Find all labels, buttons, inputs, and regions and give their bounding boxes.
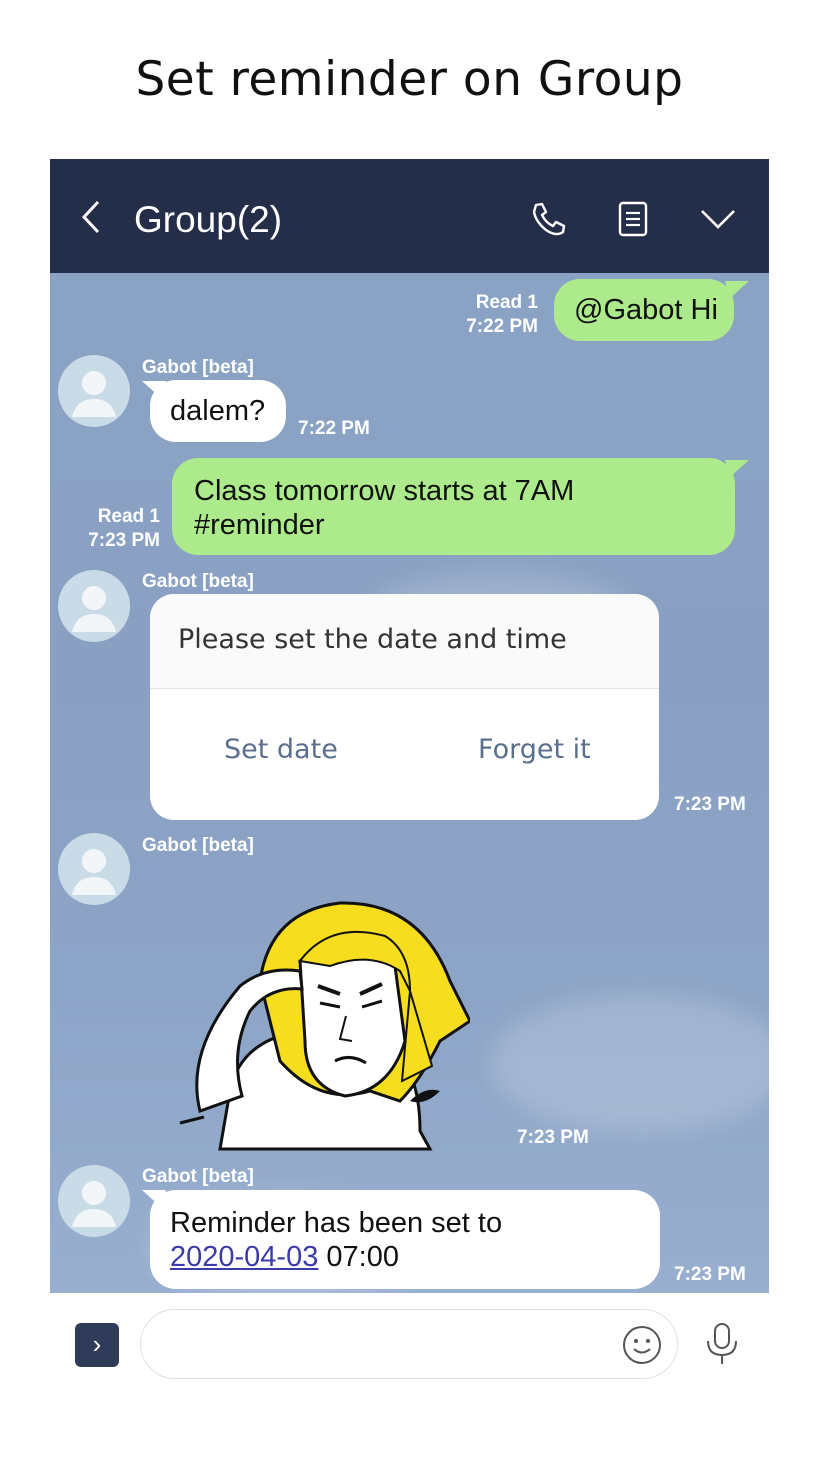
message-time: 7:22 PM: [298, 418, 370, 439]
group-title: Group(2): [134, 199, 283, 240]
avatar-icon[interactable]: [58, 833, 130, 905]
message-bubble-received[interactable]: dalem?: [150, 380, 286, 442]
date-link[interactable]: 2020-04-03: [170, 1241, 318, 1273]
message-bubble-sent[interactable]: Class tomorrow starts at 7AM #reminder: [172, 458, 735, 555]
avatar-icon[interactable]: [58, 355, 130, 427]
sender-name: Gabot [beta]: [142, 571, 254, 592]
message-time: 7:23 PM: [674, 794, 746, 815]
message-time: 7:23 PM: [517, 1127, 589, 1148]
message-bubble-sent[interactable]: @Gabot Hi: [554, 279, 734, 341]
sticker-image[interactable]: [170, 891, 470, 1151]
mic-icon[interactable]: [702, 1321, 742, 1367]
message-meta: Read 1 7:23 PM: [88, 506, 160, 551]
phone-icon[interactable]: [528, 199, 568, 239]
set-date-button[interactable]: Set date: [224, 734, 338, 765]
chat-screen: Group(2) Read 1 7:22 PM @Gabot Hi Gabot …: [50, 159, 769, 1393]
emoji-icon[interactable]: [622, 1325, 662, 1365]
time-value: 07:00: [318, 1241, 399, 1273]
expand-icon[interactable]: ›: [75, 1323, 119, 1367]
avatar-icon[interactable]: [58, 570, 130, 642]
forget-it-button[interactable]: Forget it: [478, 734, 591, 765]
input-bar: ›: [50, 1293, 769, 1393]
chat-header: Group(2): [50, 159, 769, 273]
sender-name: Gabot [beta]: [142, 1166, 254, 1187]
message-time: 7:23 PM: [674, 1264, 746, 1285]
chevron-down-icon[interactable]: [698, 199, 738, 239]
notes-icon[interactable]: [613, 199, 653, 239]
prompt-question: Please set the date and time: [150, 594, 659, 689]
message-line: #reminder: [194, 509, 325, 541]
chat-area[interactable]: Read 1 7:22 PM @Gabot Hi Gabot [beta] dal…: [50, 273, 769, 1293]
message-line: Reminder has been set to: [170, 1207, 503, 1239]
sender-name: Gabot [beta]: [142, 835, 254, 856]
avatar-icon[interactable]: [58, 1165, 130, 1237]
back-icon[interactable]: [76, 199, 106, 235]
message-line: 2020-04-03 07:00: [170, 1240, 660, 1274]
sender-name: Gabot [beta]: [142, 357, 254, 378]
reminder-prompt-card: Please set the date and time Set date Fo…: [150, 594, 659, 820]
page-title: Set reminder on Group: [135, 52, 684, 107]
message-bubble-received[interactable]: Reminder has been set to 2020-04-03 07:0…: [150, 1190, 660, 1289]
message-line: Class tomorrow starts at 7AM: [194, 475, 575, 507]
message-meta: Read 1 7:22 PM: [466, 292, 538, 337]
message-input[interactable]: [140, 1309, 678, 1379]
